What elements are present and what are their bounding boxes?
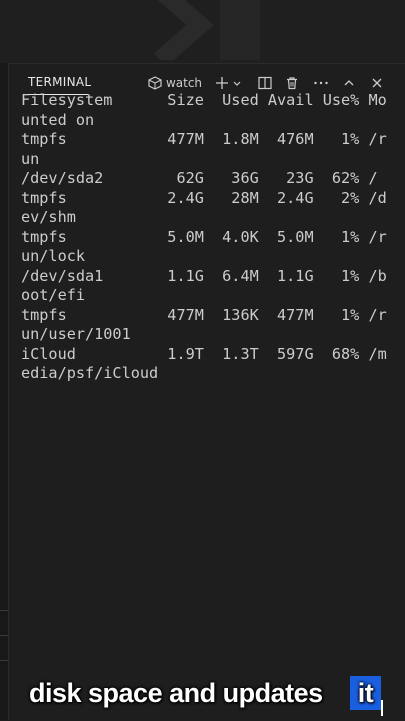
terminal-line: edia/psf/iCloud bbox=[21, 364, 159, 382]
editor-top-area bbox=[0, 0, 405, 63]
activity-edge bbox=[0, 63, 9, 720]
terminal-line: Filesystem Size Used Avail Use% Mo bbox=[21, 91, 387, 109]
terminal-line: un bbox=[21, 149, 40, 168]
terminal-line: iCloud 1.9T 1.3T 597G 68% /m bbox=[21, 344, 387, 363]
terminal-line: unted on bbox=[21, 110, 95, 129]
more-icon bbox=[314, 81, 328, 85]
chevron-down-icon bbox=[233, 81, 241, 86]
caption-highlight-word: it bbox=[350, 676, 381, 710]
terminal-line: oot/efi bbox=[21, 286, 86, 304]
plus-icon bbox=[216, 77, 228, 89]
terminal-line: tmpfs 2.4G 28M 2.4G 2% /d bbox=[21, 188, 387, 207]
close-icon bbox=[372, 78, 382, 88]
caption-cursor bbox=[381, 700, 383, 716]
tab-terminal[interactable]: TERMINAL bbox=[28, 75, 91, 89]
terminal-shell-icon bbox=[148, 76, 162, 90]
terminal-line: tmpfs 5.0M 4.0K 5.0M 1% /r bbox=[21, 227, 387, 246]
terminal-line: ev/shm bbox=[21, 208, 76, 226]
chevron-up-icon bbox=[344, 80, 354, 86]
vscode-logo-watermark-icon bbox=[154, 0, 260, 60]
terminal-line: tmpfs 477M 136K 477M 1% /r bbox=[21, 305, 387, 324]
terminal-name: watch bbox=[165, 76, 203, 90]
split-icon bbox=[258, 76, 272, 90]
terminal-line: un/lock bbox=[21, 247, 86, 265]
terminal-line: tmpfs 477M 1.8M 476M 1% /r bbox=[21, 130, 387, 148]
trash-icon bbox=[287, 77, 297, 90]
terminal-output[interactable]: Filesystem Size Used Avail Use% Mo unted … bbox=[21, 91, 391, 491]
video-caption: disk space and updates it bbox=[0, 672, 405, 716]
terminal-line: /dev/sda1 1.1G 6.4M 1.1G 1% /b bbox=[21, 266, 387, 285]
terminal-line: un/user/1001 bbox=[21, 325, 131, 343]
caption-text: disk space and updates bbox=[29, 678, 323, 708]
terminal-line: /dev/sda2 62G 36G 23G 62% / bbox=[21, 169, 378, 187]
